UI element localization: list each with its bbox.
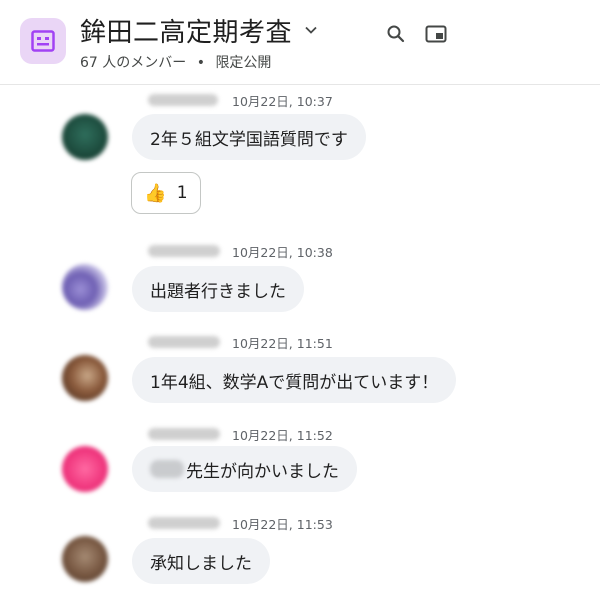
space-glyph-icon [31,30,55,52]
sender-name-redacted [148,517,220,529]
message-timestamp: 10月22日, 10:38 [232,245,333,260]
space-subtitle: 67 人のメンバー • 限定公開 [80,52,271,72]
message-timestamp: 10月22日, 10:37 [232,94,333,109]
sender-name-redacted [148,245,220,257]
picture-in-picture-icon[interactable] [422,20,450,48]
message-bubble: 出題者行きました [132,266,304,312]
reaction-chip[interactable]: 👍 1 [131,172,201,214]
chat-space-view: 鉾田二高定期考査 67 人のメンバー • 限定公開 10月22日, 10:37 … [0,0,600,600]
thumbs-up-icon: 👍 [144,182,167,204]
avatar[interactable] [62,446,108,492]
space-title-row[interactable]: 鉾田二高定期考査 [80,12,320,48]
reaction-count: 1 [176,183,188,203]
avatar[interactable] [62,355,108,401]
sender-name-redacted [148,336,220,348]
sender-name-redacted [148,94,218,106]
visibility-label: 限定公開 [215,55,272,71]
space-header: 鉾田二高定期考査 67 人のメンバー • 限定公開 [0,0,600,85]
space-icon[interactable] [20,18,66,64]
message-bubble: 承知しました [132,538,270,584]
message-bubble: 先生が向かいました [132,446,357,492]
space-title: 鉾田二高定期考査 [80,17,293,48]
chevron-down-icon[interactable] [302,21,320,39]
avatar[interactable] [62,114,108,160]
avatar[interactable] [62,536,108,582]
search-icon[interactable] [382,20,410,48]
member-count[interactable]: 67 人のメンバー [80,55,186,71]
message-bubble: 1年4組、数学Aで質問が出ています！ [132,357,457,403]
message-timestamp: 10月22日, 11:53 [232,517,333,532]
teacher-name-redacted [150,460,184,478]
subtitle-separator: • [196,55,205,71]
message-timestamp: 10月22日, 11:51 [232,336,333,351]
sender-name-redacted [148,428,220,440]
message-bubble: 2年５組文学国語質問です [132,114,366,160]
message-timestamp: 10月22日, 11:52 [232,428,333,443]
avatar[interactable] [62,264,108,310]
message-text: 先生が向かいました [186,461,339,482]
